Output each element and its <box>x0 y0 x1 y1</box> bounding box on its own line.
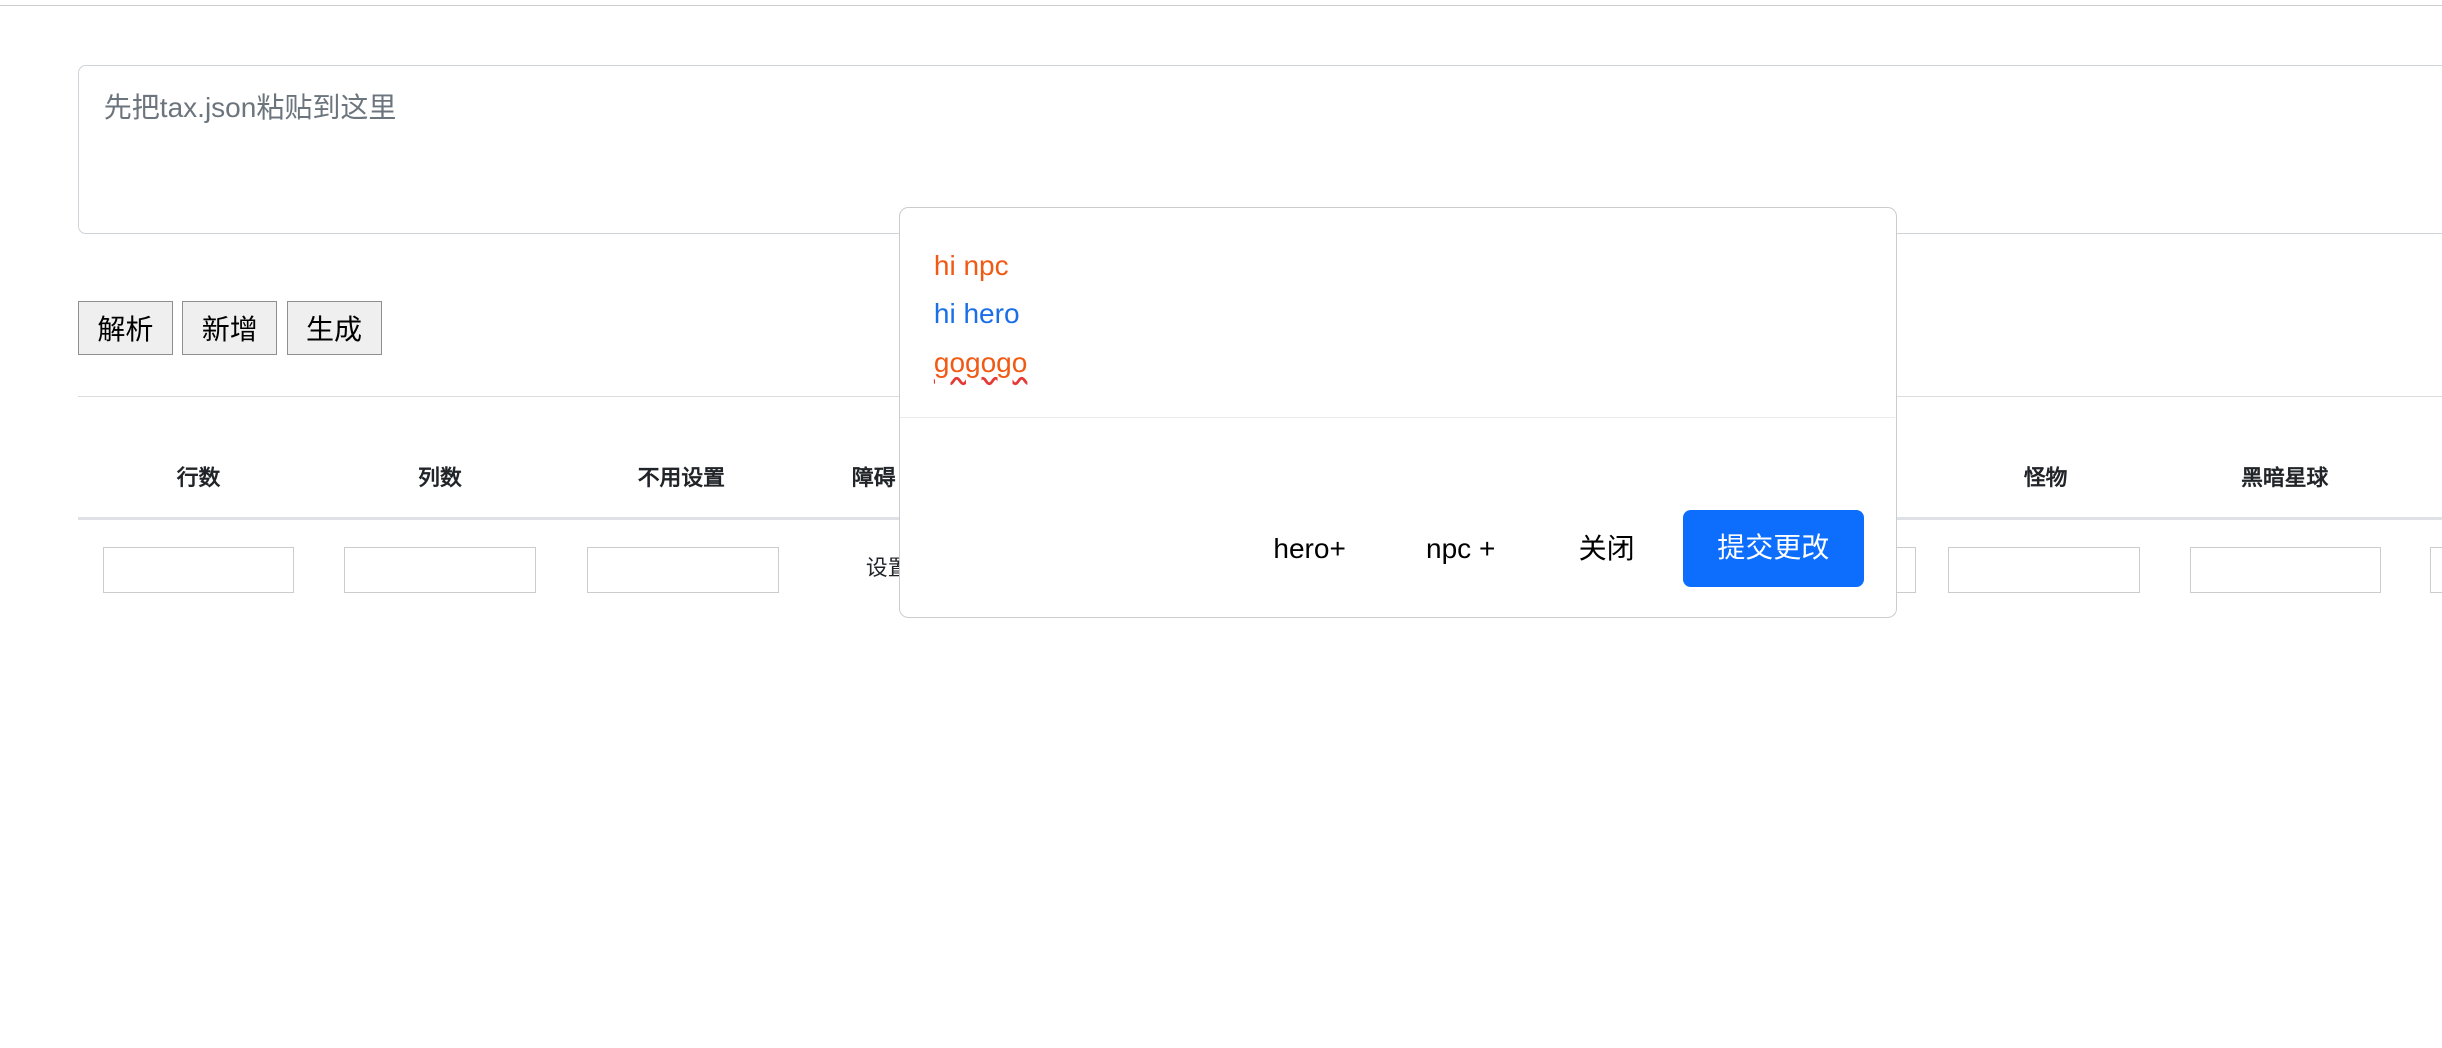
monster-input[interactable] <box>1948 546 2140 594</box>
message-npc: hi npc <box>933 250 1009 282</box>
submit-button[interactable]: 提交更改 <box>1682 510 1864 587</box>
header-monster: 怪物 <box>2023 464 2068 490</box>
parse-button[interactable]: 解析 <box>77 300 173 356</box>
header-obstacle: 障碍 <box>851 464 896 490</box>
dark-planet-input[interactable] <box>2189 546 2382 594</box>
header-unused: 不用设置 <box>637 464 725 490</box>
next-column-input[interactable] <box>2429 546 2442 594</box>
cols-input[interactable] <box>344 546 536 594</box>
message-text: gogogo <box>933 346 1028 378</box>
add-button[interactable]: 新增 <box>182 300 278 356</box>
header-rows: 行数 <box>176 464 221 490</box>
modal-divider <box>899 416 1895 419</box>
rows-input[interactable] <box>102 546 295 594</box>
header-cols: 列数 <box>418 464 462 490</box>
generate-button[interactable]: 生成 <box>286 300 382 356</box>
close-button[interactable]: 关闭 <box>1579 512 1635 587</box>
modal-dialog: hi npc hi hero gogogo hero+ npc + 关闭 提交更… <box>898 207 1897 619</box>
npc-add-button[interactable]: npc + <box>1426 512 1495 587</box>
message-hero: hi hero <box>933 298 1020 330</box>
top-divider <box>0 4 2442 7</box>
unused-input[interactable] <box>587 546 779 594</box>
header-dark-planet: 黑暗星球 <box>2241 464 2329 490</box>
hero-add-button[interactable]: hero+ <box>1273 512 1345 587</box>
